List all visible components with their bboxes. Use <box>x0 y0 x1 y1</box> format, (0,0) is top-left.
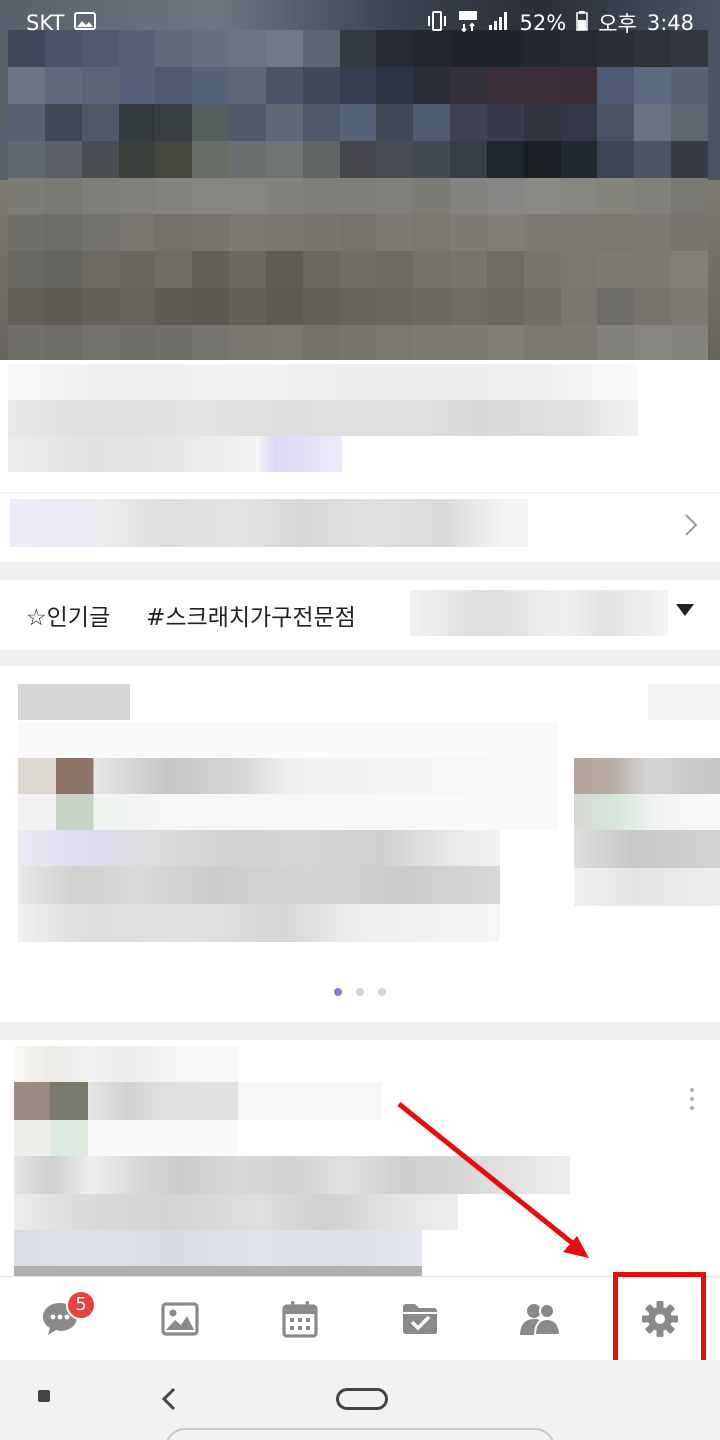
bottom-navigation: 5 <box>0 1276 720 1360</box>
settings-highlight-box <box>613 1272 706 1366</box>
folder-check-icon <box>403 1303 437 1334</box>
battery-percent: 52% <box>519 11 567 35</box>
calendar-tab[interactable] <box>260 1284 340 1354</box>
clock: 3:48 <box>646 11 694 35</box>
dropdown-arrow-icon[interactable] <box>676 604 694 616</box>
vibrate-icon <box>426 10 448 37</box>
members-tab[interactable] <box>500 1284 580 1354</box>
carousel-indicator <box>0 988 720 996</box>
tag-bar: ☆인기글 #스크래치가구전문점 <box>0 580 720 650</box>
post-card[interactable] <box>0 1040 720 1276</box>
band-intro-row[interactable] <box>0 492 720 560</box>
carousel-dot <box>356 988 364 996</box>
members-icon <box>520 1302 562 1336</box>
battery-icon <box>576 10 588 36</box>
section-divider <box>0 650 720 666</box>
chat-badge: 5 <box>66 1289 96 1320</box>
home-icon[interactable] <box>336 1388 388 1410</box>
carousel-dot-active <box>334 988 342 996</box>
section-divider <box>0 1022 720 1040</box>
band-info-blurred <box>8 362 680 474</box>
chat-tab[interactable]: 5 <box>20 1284 100 1354</box>
gesture-hint <box>165 1428 555 1440</box>
calendar-icon <box>282 1300 318 1338</box>
cover-image <box>0 0 720 360</box>
recent-apps-icon[interactable] <box>38 1390 50 1402</box>
time-period: 오후 <box>598 12 637 36</box>
photo-icon <box>161 1301 199 1336</box>
lte-icon <box>458 10 478 37</box>
post-card[interactable] <box>0 666 720 1022</box>
files-tab[interactable] <box>380 1284 460 1354</box>
system-navigation-bar <box>0 1360 720 1440</box>
annotation-arrow <box>397 1102 589 1258</box>
chevron-right-icon <box>684 513 698 544</box>
tag-popular[interactable]: ☆인기글 <box>26 598 110 632</box>
back-icon[interactable] <box>160 1386 178 1416</box>
signal-icon <box>488 11 510 36</box>
carrier-label: SKT <box>26 11 65 35</box>
section-divider <box>0 562 720 580</box>
more-options-icon[interactable] <box>690 1088 694 1110</box>
photo-tab[interactable] <box>140 1284 220 1354</box>
cover-mosaic <box>8 30 708 360</box>
tag-hashtag[interactable]: #스크래치가구전문점 <box>146 598 356 632</box>
carousel-dot <box>378 988 386 996</box>
gallery-notification-icon <box>74 11 97 35</box>
status-bar: SKT 52% 오후 3:48 <box>0 0 720 46</box>
